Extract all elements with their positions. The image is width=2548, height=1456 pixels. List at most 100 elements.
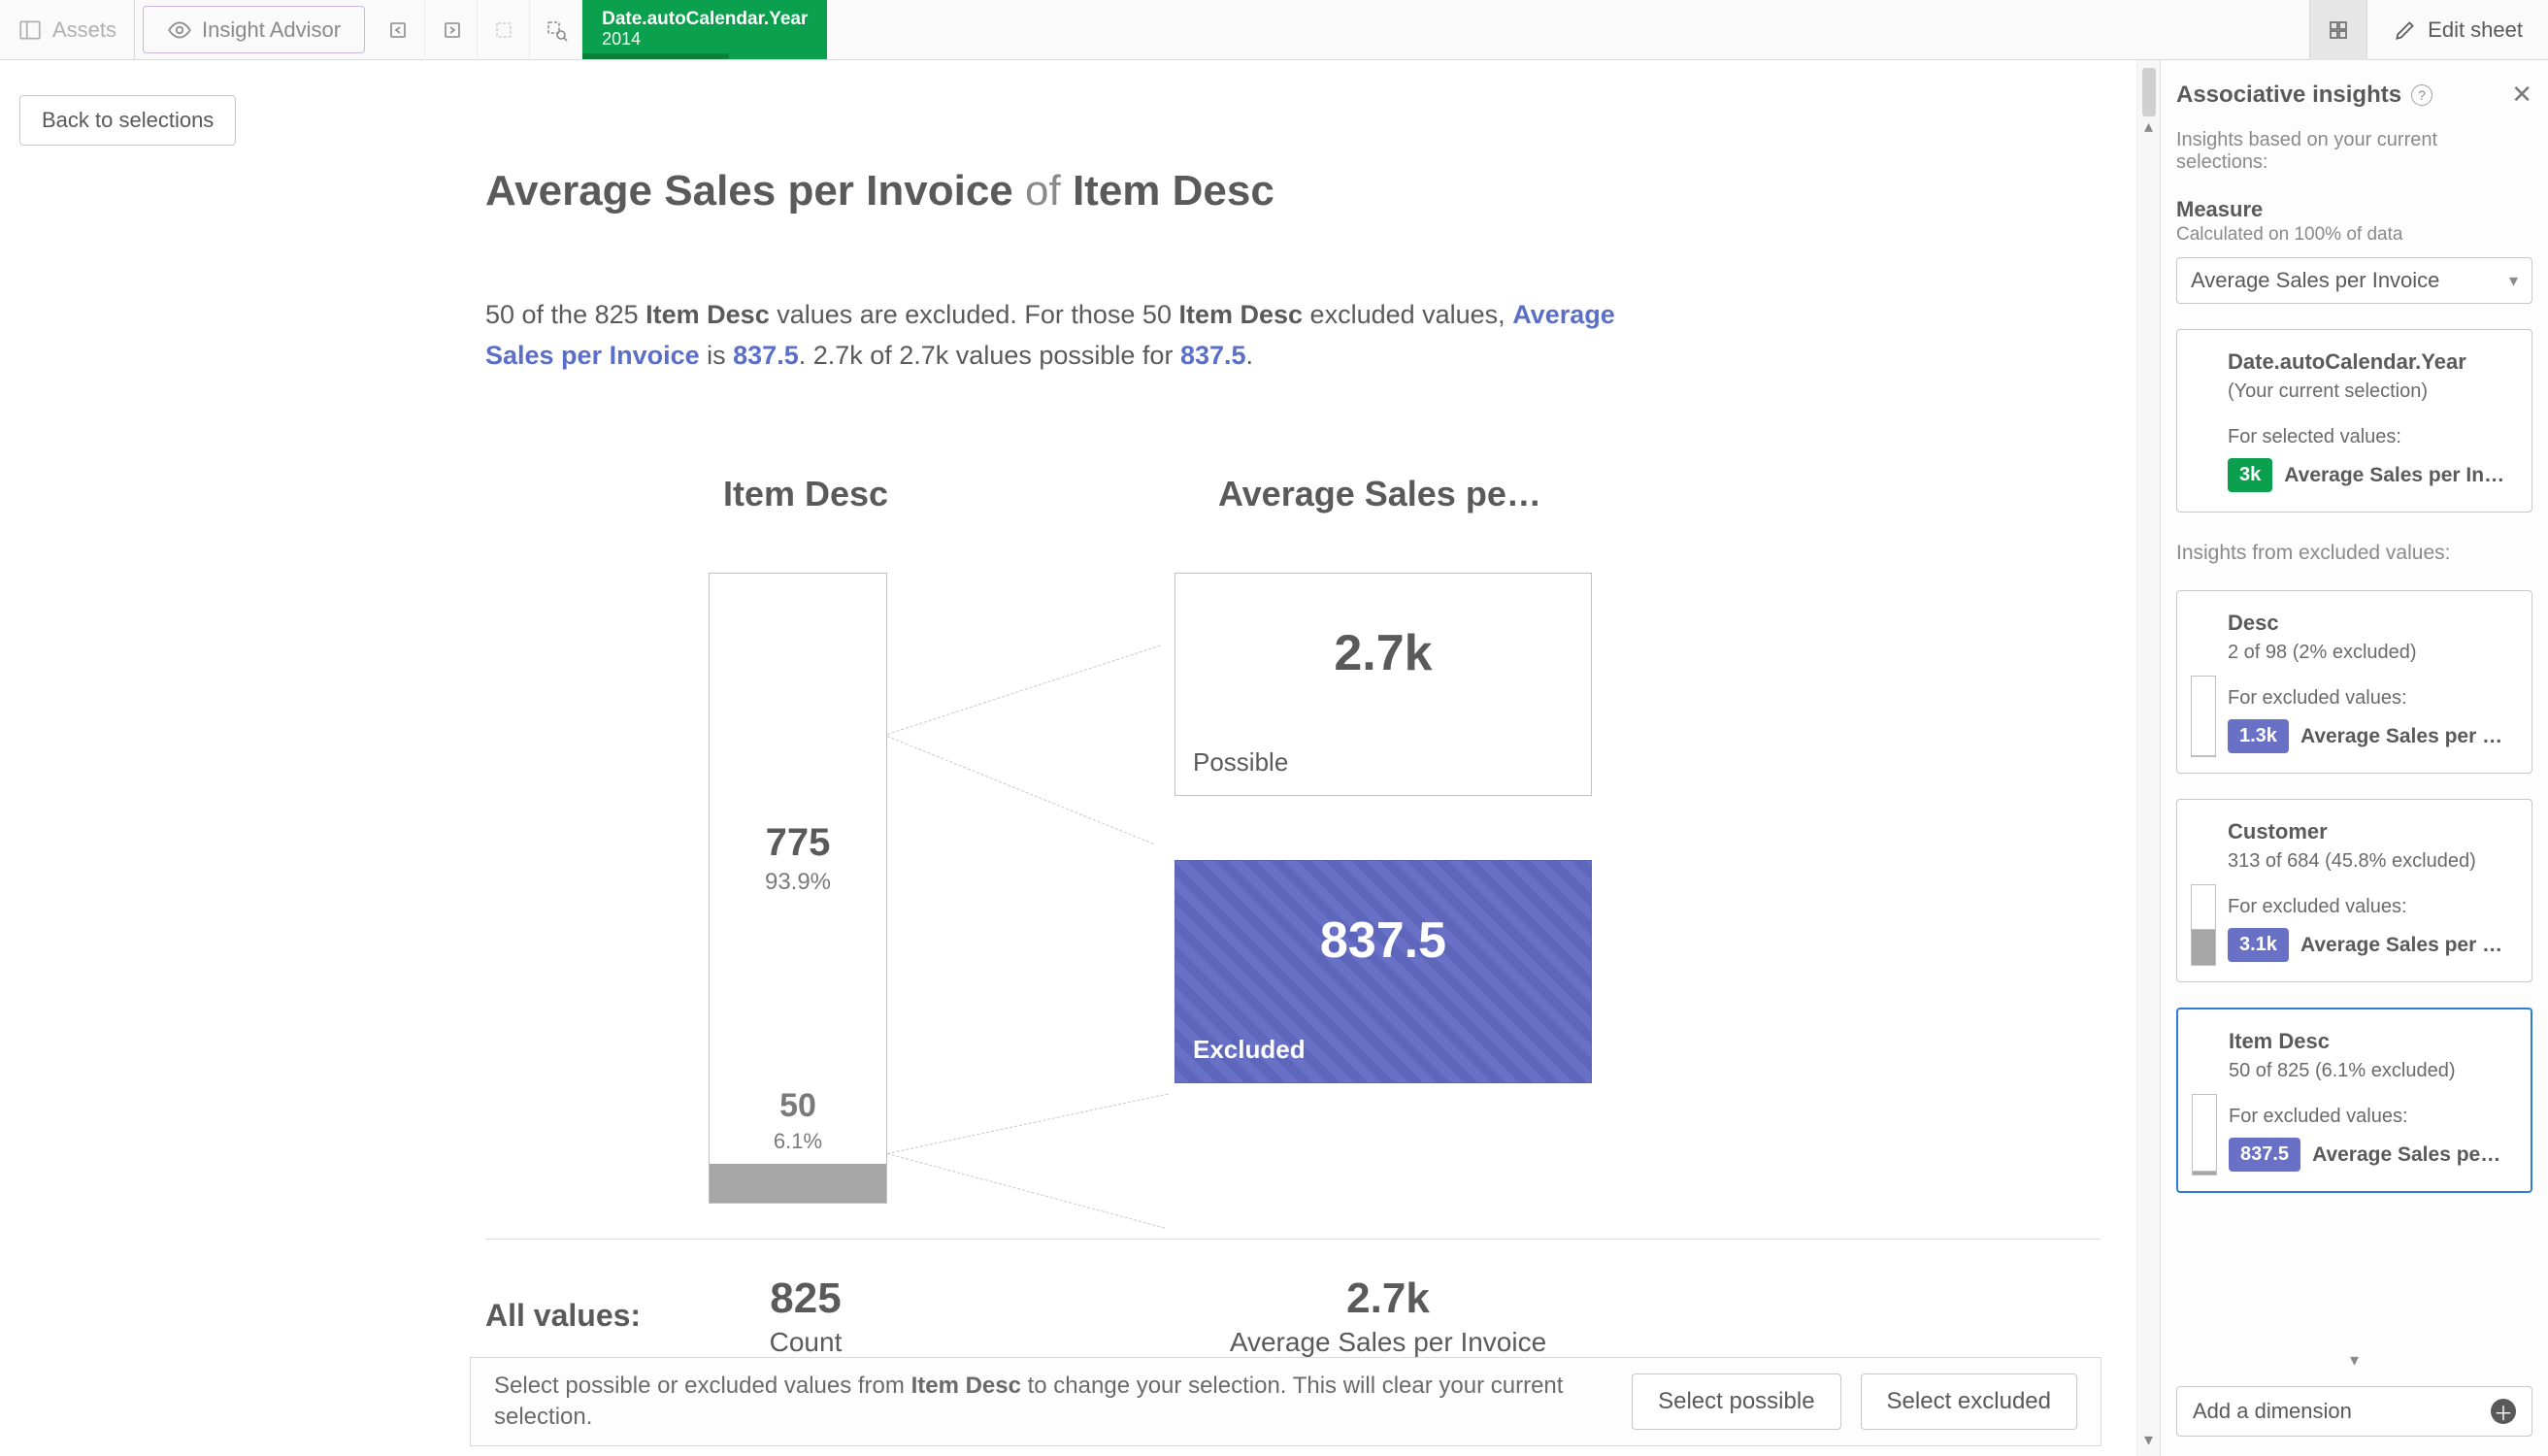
mini-bar-icon [2191,676,2216,757]
selections-back-button[interactable] [373,0,425,60]
included-label: 775 93.9% [710,821,886,896]
excluded-insights-header: Insights from excluded values: [2176,542,2532,565]
selections-forward-button[interactable] [425,0,478,60]
scroll-up-icon[interactable]: ▴ [2137,116,2160,137]
possible-value: 2.7k [1195,624,1572,682]
insight-card-for: For excluded values: [2228,687,2512,710]
insight-advisor-button[interactable]: Insight Advisor [143,6,365,53]
clear-selections-button[interactable] [478,0,530,60]
selection-footer: Select possible or excluded values from … [470,1357,2101,1446]
assets-button[interactable]: Assets [0,0,135,59]
selection-chip-field: Date.autoCalendar.Year [602,10,808,30]
insight-card-badge: 3.1k [2228,928,2289,962]
connector-line [887,736,1154,844]
insight-card[interactable]: Desc 2 of 98 (2% excluded) For excluded va… [2176,590,2532,774]
excluded-value: 837.5 [1195,911,1572,970]
current-selection-dim: Date.autoCalendar.Year [2228,349,2512,375]
mini-bar-icon [2191,884,2216,966]
insight-card-badge: 1.3k [2228,719,2289,753]
selection-tools [373,0,582,59]
connector-line [887,1153,1165,1229]
chevron-down-icon: ▾ [2509,271,2518,291]
dimension-column-title: Item Desc [709,474,903,514]
insight-card-sub: 313 of 684 (45.8% excluded) [2228,850,2512,873]
insight-card-measure: Average Sales per … [2300,934,2512,957]
selection-chip[interactable]: Date.autoCalendar.Year 2014 [582,0,827,59]
panel-subtitle: Insights based on your current selection… [2176,129,2532,174]
insight-card-sub: 50 of 825 (6.1% excluded) [2229,1060,2511,1082]
edit-sheet-button[interactable]: Edit sheet [2367,17,2548,43]
connector-line [887,645,1161,734]
dimension-column: Item Desc 775 93.9% 50 6.1% [709,474,903,1204]
select-excluded-button[interactable]: Select excluded [1861,1373,2077,1430]
insight-card-measure: Average Sales per … [2300,725,2512,748]
excluded-card-label: Excluded [1193,1035,1306,1065]
measure-dropdown[interactable]: Average Sales per Invoice ▾ [2176,257,2532,304]
current-selection-note: (Your current selection) [2228,381,2512,403]
current-selection-measure: Average Sales per In… [2284,464,2512,487]
insight-advisor-label: Insight Advisor [202,17,341,43]
insight-card[interactable]: Customer 313 of 684 (45.8% excluded) For e… [2176,799,2532,982]
back-to-selections-button[interactable]: Back to selections [19,95,236,146]
scroll-hint-down-icon[interactable]: ▾ [2176,1350,2532,1371]
mini-bar-icon [2192,1094,2217,1175]
viz: Item Desc 775 93.9% 50 6.1% [485,474,2101,1204]
insight-card-for: For excluded values: [2228,896,2512,918]
eye-icon [167,17,192,43]
plus-icon: ＋ [2491,1399,2516,1424]
scrollbar-thumb[interactable] [2142,68,2156,116]
insight-card[interactable]: Item Desc 50 of 825 (6.1% excluded) For ex… [2176,1008,2532,1193]
current-selection-for: For selected values: [2228,426,2512,448]
top-toolbar: Assets Insight Advisor Date.autoCalendar… [0,0,2548,60]
insight-card-dim: Item Desc [2229,1029,2511,1054]
title-of: of [1025,167,1061,215]
measure-column: Average Sales per I… 2.7k Possible 837.5… [1175,474,1592,1083]
scroll-down-icon[interactable]: ▾ [2137,1430,2160,1450]
breakdown-bar[interactable]: 775 93.9% 50 6.1% [709,573,887,1204]
all-values-avg: 2.7k Average Sales per Invoice [1194,1274,1582,1358]
current-selection-badge: 3k [2228,458,2272,492]
insight-card-dim: Desc [2228,611,2512,636]
possible-label: Possible [1193,747,1288,778]
panel-icon [17,17,43,43]
main-scrollbar[interactable]: ▴ ▾ [2136,60,2160,1456]
pencil-icon [2393,17,2418,43]
measure-dropdown-value: Average Sales per Invoice [2191,268,2439,293]
measure-section-sub: Calculated on 100% of data [2176,224,2532,246]
title-measure: Average Sales per Invoice [485,167,1013,215]
summary-text: 50 of the 825 Item Desc values are exclu… [485,295,1670,377]
excluded-card[interactable]: 837.5 Excluded [1175,860,1592,1083]
possible-card[interactable]: 2.7k Possible [1175,573,1592,796]
page-title: Average Sales per Invoice of Item Desc [485,167,2101,215]
all-values-row: All values: 825 Count 2.7k Average Sales… [485,1239,2101,1358]
selection-footer-text: Select possible or excluded values from … [494,1371,1612,1434]
close-icon[interactable]: ✕ [2511,80,2532,110]
measure-column-title: Average Sales per I… [1218,474,1548,514]
grid-view-button[interactable] [2309,0,2367,60]
main-area: Back to selections Average Sales per Inv… [0,60,2160,1456]
connector-line [887,1093,1169,1154]
excluded-segment [710,1164,886,1203]
add-dimension-button[interactable]: Add a dimension ＋ [2176,1386,2532,1437]
assets-label: Assets [52,17,116,43]
help-icon[interactable]: ? [2411,84,2432,106]
insight-card-for: For excluded values: [2229,1106,2511,1128]
edit-sheet-label: Edit sheet [2428,17,2523,43]
current-selection-card[interactable]: Date.autoCalendar.Year (Your current sel… [2176,329,2532,513]
selection-chip-value: 2014 [602,30,808,50]
panel-title: Associative insights [2176,82,2401,109]
excluded-label: 50 6.1% [710,1087,886,1154]
associative-insights-panel: Associative insights ? ✕ Insights based … [2160,60,2548,1456]
all-values-label: All values: [485,1298,699,1334]
all-values-count: 825 Count [709,1274,903,1358]
measure-section-title: Measure [2176,197,2532,222]
insight-card-measure: Average Sales pe… [2312,1143,2511,1167]
select-possible-button[interactable]: Select possible [1632,1373,1840,1430]
content: Average Sales per Invoice of Item Desc 5… [485,167,2101,1358]
smart-search-button[interactable] [530,0,582,60]
insight-card-dim: Customer [2228,819,2512,844]
add-dimension-label: Add a dimension [2193,1399,2352,1424]
insight-card-sub: 2 of 98 (2% excluded) [2228,642,2512,664]
selection-chip-bar [582,53,729,59]
insight-cards-list: Desc 2 of 98 (2% excluded) For excluded va… [2176,565,2532,1344]
